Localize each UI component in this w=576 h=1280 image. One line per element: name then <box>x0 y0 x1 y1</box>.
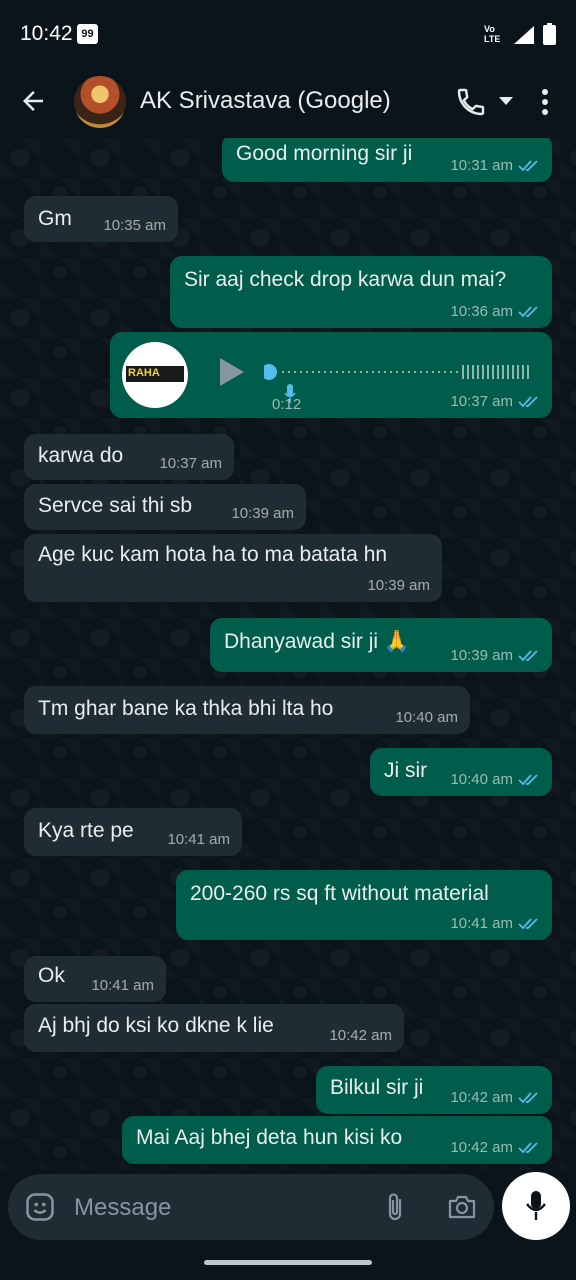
message-outgoing[interactable]: 200-260 rs sq ft without material 10:41 … <box>176 870 552 940</box>
message-text: Aj bhj do ksi ko dkne k lie <box>38 1014 274 1037</box>
message-outgoing[interactable]: Dhanyawad sir ji 🙏 10:39 am <box>210 618 552 672</box>
battery-icon <box>543 23 556 45</box>
message-text: Age kuc kam hota ha to ma batata hn <box>38 543 388 566</box>
message-text: Gm <box>38 207 72 230</box>
message-incoming[interactable]: Gm 10:35 am <box>24 196 178 242</box>
navigation-bar <box>0 1244 576 1280</box>
read-receipt-icon <box>518 773 538 785</box>
attach-icon[interactable] <box>384 1192 406 1222</box>
message-meta: 10:41 am <box>167 831 230 848</box>
read-receipt-icon <box>518 395 538 407</box>
message-incoming[interactable]: karwa do 10:37 am <box>24 434 234 480</box>
more-vert-icon[interactable] <box>540 88 550 116</box>
message-incoming[interactable]: Servce sai thi sb 10:39 am <box>24 484 306 530</box>
play-icon[interactable] <box>218 356 246 388</box>
contact-name[interactable]: AK Srivastava (Google) <box>140 87 391 115</box>
voice-duration: 0:12 <box>272 396 302 413</box>
chat-header: AK Srivastava (Google) <box>0 66 576 138</box>
message-meta: 10:42 am <box>329 1027 392 1044</box>
emoji-icon[interactable] <box>25 1192 55 1222</box>
volte-indicator: Vo LTE <box>484 24 501 44</box>
read-receipt-icon <box>518 649 538 661</box>
read-receipt-icon <box>518 1091 538 1103</box>
message-input[interactable] <box>72 1190 376 1226</box>
mic-icon <box>526 1191 546 1220</box>
message-incoming[interactable]: Kya rte pe 10:41 am <box>24 808 242 856</box>
voice-message[interactable]: RAHA 0:12 10:37 am <box>110 332 552 418</box>
message-text: 200-260 rs sq ft without material <box>190 882 489 905</box>
message-meta: 10:39 am <box>231 505 294 522</box>
message-incoming[interactable]: Ok 10:41 am <box>24 956 166 1002</box>
message-text: Mai Aaj bhej deta hun kisi ko <box>136 1126 403 1149</box>
message-meta: 10:41 am <box>450 915 540 932</box>
message-text: Tm ghar bane ka thka bhi lta ho <box>38 697 334 720</box>
voice-record-button[interactable] <box>502 1172 570 1240</box>
back-arrow-icon[interactable] <box>18 86 48 116</box>
message-outgoing[interactable]: Ji sir 10:40 am <box>370 748 552 796</box>
message-outgoing[interactable]: Sir aaj check drop karwa dun mai? 10:36 … <box>170 256 552 328</box>
message-meta: 10:37 am <box>450 393 540 410</box>
read-receipt-icon <box>518 917 538 929</box>
voice-waveform[interactable] <box>264 360 534 384</box>
message-text: Ok <box>38 964 65 987</box>
message-outgoing[interactable]: Good morning sir ji 10:31 am <box>222 138 552 182</box>
message-meta: 10:36 am <box>450 303 540 320</box>
status-time: 10:42 <box>20 22 73 45</box>
read-receipt-icon <box>518 159 538 171</box>
read-receipt-icon <box>518 1141 538 1153</box>
message-incoming[interactable]: Aj bhj do ksi ko dkne k lie 10:42 am <box>24 1004 404 1052</box>
message-meta: 10:35 am <box>103 217 166 234</box>
message-meta: 10:42 am <box>450 1089 540 1106</box>
camera-icon[interactable] <box>447 1193 477 1221</box>
contact-avatar[interactable] <box>74 76 126 128</box>
read-receipt-icon <box>518 305 538 317</box>
notification-badge: 99 <box>77 24 98 44</box>
message-text: Sir aaj check drop karwa dun mai? <box>184 268 507 291</box>
message-text: Dhanyawad sir ji 🙏 <box>224 630 411 653</box>
status-bar: 10:42 99 Vo LTE <box>0 0 576 66</box>
message-meta: 10:37 am <box>159 455 222 472</box>
message-meta: 10:40 am <box>395 709 458 726</box>
message-meta: 10:39 am <box>450 647 540 664</box>
message-text: Servce sai thi sb <box>38 494 193 517</box>
signal-icon <box>514 26 534 44</box>
chevron-down-icon[interactable] <box>499 96 513 106</box>
message-composer <box>8 1174 494 1240</box>
message-meta: 10:31 am <box>450 157 540 174</box>
message-incoming[interactable]: Tm ghar bane ka thka bhi lta ho 10:40 am <box>24 686 470 734</box>
voice-sender-thumbnail: RAHA <box>122 342 188 408</box>
message-text: karwa do <box>38 444 124 467</box>
gesture-handle[interactable] <box>204 1260 372 1265</box>
message-outgoing[interactable]: Bilkul sir ji 10:42 am <box>316 1066 552 1114</box>
message-meta: 10:42 am <box>450 1139 540 1156</box>
message-incoming[interactable]: Age kuc kam hota ha to ma batata hn 10:3… <box>24 534 442 602</box>
message-text: Bilkul sir ji <box>330 1076 424 1099</box>
chat-area[interactable]: Good morning sir ji 10:31 am Gm 10:35 am… <box>0 138 576 1170</box>
message-meta: 10:39 am <box>367 577 430 594</box>
message-outgoing[interactable]: Mai Aaj bhej deta hun kisi ko 10:42 am <box>122 1116 552 1164</box>
message-text: Ji sir <box>384 759 428 782</box>
message-text: Good morning sir ji <box>236 142 413 165</box>
phone-icon[interactable] <box>455 86 487 118</box>
message-text: Kya rte pe <box>38 819 134 842</box>
message-meta: 10:40 am <box>450 771 540 788</box>
message-meta: 10:41 am <box>91 977 154 994</box>
